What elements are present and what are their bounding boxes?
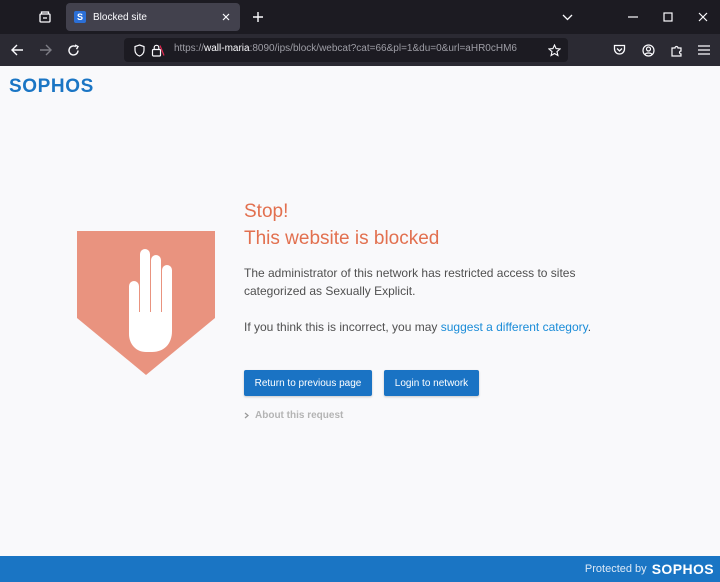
extensions-puzzle-icon[interactable]: [667, 41, 685, 59]
tab-blocked-site[interactable]: S Blocked site: [66, 3, 240, 31]
forward-arrow-icon[interactable]: [36, 41, 54, 59]
browser-tab-bar: S Blocked site: [0, 0, 720, 34]
incorrect-message: If you think this is incorrect, you may …: [244, 320, 592, 334]
account-icon[interactable]: [639, 41, 657, 59]
url-text: https://wall-maria:8090/ips/block/webcat…: [174, 43, 517, 54]
bookmark-star-icon[interactable]: [547, 43, 561, 57]
restriction-message: The administrator of this network has re…: [244, 266, 576, 298]
sophos-favicon-icon: S: [74, 11, 86, 23]
insecure-lock-icon[interactable]: [150, 43, 166, 57]
list-all-tabs-chevron-down-icon[interactable]: [558, 8, 576, 26]
close-tab-icon[interactable]: [218, 9, 234, 25]
chevron-right-icon: [244, 412, 249, 419]
pocket-icon[interactable]: [610, 41, 628, 59]
login-to-network-button[interactable]: Login to network: [384, 370, 479, 396]
menu-hamburger-icon[interactable]: [695, 41, 713, 59]
blocked-hand-shield-icon: [76, 230, 216, 381]
sophos-logo: SOPHOS: [9, 76, 94, 97]
new-tab-icon[interactable]: [249, 8, 267, 26]
block-message-panel: Stop! This website is blocked The admini…: [244, 198, 624, 421]
tab-title: Blocked site: [93, 11, 147, 23]
minimize-window-icon[interactable]: [624, 8, 642, 26]
url-bar[interactable]: https://wall-maria:8090/ips/block/webcat…: [124, 38, 568, 62]
return-to-previous-page-button[interactable]: Return to previous page: [244, 370, 372, 396]
reload-icon[interactable]: [64, 41, 82, 59]
browser-nav-bar: https://wall-maria:8090/ips/block/webcat…: [0, 34, 720, 66]
page-footer: Protected by SOPHOS: [0, 556, 720, 582]
protected-by-label: Protected by: [584, 563, 647, 575]
stop-heading: Stop!: [244, 201, 289, 222]
about-this-request-toggle[interactable]: About this request: [244, 410, 343, 421]
tracking-protection-shield-icon[interactable]: [132, 43, 146, 57]
blocked-heading: This website is blocked: [244, 228, 440, 249]
tab-manager-icon[interactable]: [36, 8, 54, 26]
close-window-icon[interactable]: [694, 8, 712, 26]
about-this-request-label: About this request: [255, 410, 344, 421]
footer-sophos-logo: SOPHOS: [651, 561, 714, 577]
suggest-category-link[interactable]: suggest a different category: [441, 320, 588, 334]
blocked-page: SOPHOS Stop! This website is blocked The…: [0, 66, 720, 556]
back-arrow-icon[interactable]: [8, 41, 26, 59]
maximize-window-icon[interactable]: [659, 8, 677, 26]
